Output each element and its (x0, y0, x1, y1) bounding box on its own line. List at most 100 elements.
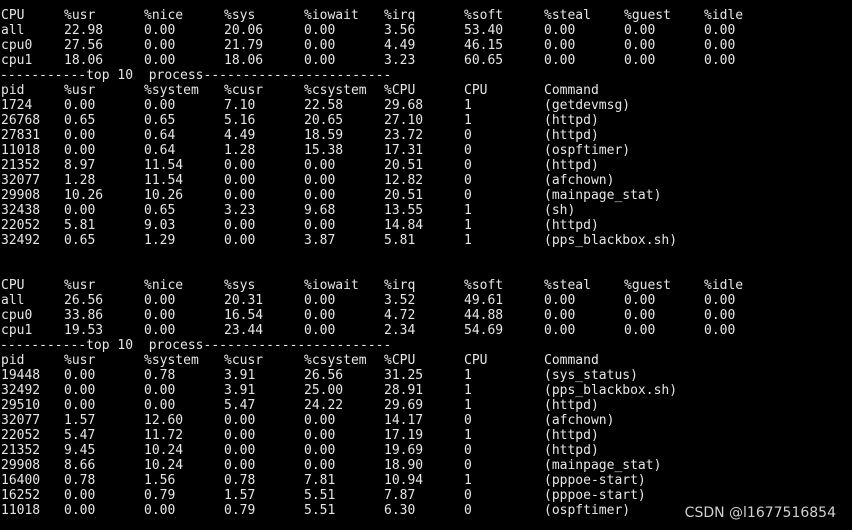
cpu-row-cell: 0.00 (304, 323, 336, 338)
cpu-header-row-cell: %soft (464, 8, 504, 23)
cpu-header-row-cell: %idle (704, 8, 744, 23)
process-row-cell: 7.87 (384, 488, 416, 503)
process-row: 22052 5.81 9.03 0.00 0.00 14.84 1 (httpd) (0, 218, 852, 233)
process-row-cell: (pps_blackbox.sh) (544, 233, 678, 248)
process-row-cell: 14.17 (384, 413, 424, 428)
cpu-row-cell: 0.00 (544, 293, 576, 308)
cpu-row-cell: 0.00 (304, 308, 336, 323)
process-row-cell: 9.68 (304, 203, 336, 218)
process-row-cell: 11018 (1, 503, 41, 518)
process-row-cell: (pppoe-start) (544, 473, 646, 488)
process-row-cell: 0.00 (64, 128, 96, 143)
process-row-cell: 0.00 (64, 503, 96, 518)
process-row-cell: 0.65 (144, 203, 176, 218)
process-row-cell: 27.10 (384, 113, 424, 128)
cpu-row-cell: cpu0 (1, 308, 33, 323)
cpu-row-cell: 0.00 (704, 323, 736, 338)
process-row-cell: 1 (464, 473, 472, 488)
process-row-cell: (httpd) (544, 398, 599, 413)
cpu-row: cpu1 18.06 0.00 18.06 0.00 3.23 60.65 0.00 0.00 0… (0, 53, 852, 68)
cpu-header-row-cell: %usr (64, 278, 96, 293)
process-header-row-cell: %csystem (304, 83, 367, 98)
cpu-row-cell: 3.23 (384, 53, 416, 68)
process-row-cell: 27831 (1, 128, 41, 143)
process-row-cell: (mainpage_stat) (544, 458, 662, 473)
cpu-row-cell: 4.72 (384, 308, 416, 323)
process-row-cell: 29.68 (384, 98, 424, 113)
process-header-row: pid %usr %system %cusr %csystem %CPU CPU Comman… (0, 353, 852, 368)
cpu-header-row-cell: %sys (224, 278, 256, 293)
process-row-cell: 11.54 (144, 158, 184, 173)
cpu-row-cell: 16.54 (224, 308, 264, 323)
process-row-cell: 5.47 (64, 428, 96, 443)
process-row-cell: 0.00 (64, 203, 96, 218)
process-row-cell: (sh) (544, 203, 576, 218)
cpu-header-row-cell: %irq (384, 8, 416, 23)
process-row-cell: 19.69 (384, 443, 424, 458)
process-row-cell: 5.81 (64, 218, 96, 233)
process-row-cell: 26.56 (304, 368, 344, 383)
process-row-cell: (httpd) (544, 113, 599, 128)
cpu-row-cell: 22.98 (64, 23, 104, 38)
process-row-cell: (afchown) (544, 413, 615, 428)
cpu-header-row-cell: CPU (1, 278, 25, 293)
process-row-cell: (httpd) (544, 218, 599, 233)
process-row-cell: 0.64 (144, 143, 176, 158)
process-row-cell: 1724 (1, 98, 33, 113)
process-header-row: pid %usr %system %cusr %csystem %CPU CPU Comman… (0, 83, 852, 98)
process-row-cell: 3.91 (224, 368, 256, 383)
cpu-header-row-cell: %usr (64, 8, 96, 23)
process-row-cell: 18.59 (304, 128, 344, 143)
cpu-row-cell: 0.00 (624, 323, 656, 338)
cpu-header-row-cell: %steal (544, 278, 591, 293)
process-row-cell: 0.00 (224, 458, 256, 473)
process-header-row-cell: Command (544, 353, 599, 368)
process-row-cell: 0.00 (304, 158, 336, 173)
cpu-row-cell: 18.06 (64, 53, 104, 68)
process-row-cell: 0.78 (224, 473, 256, 488)
process-row: 27831 0.00 0.64 4.49 18.59 23.72 0 (httpd) (0, 128, 852, 143)
process-row-cell: (pppoe-start) (544, 488, 646, 503)
process-row-cell: (httpd) (544, 428, 599, 443)
process-row-cell: (httpd) (544, 128, 599, 143)
cpu-row-cell: 23.44 (224, 323, 264, 338)
process-row-cell: 17.31 (384, 143, 424, 158)
process-row-cell: 1.28 (224, 143, 256, 158)
process-row-cell: (getdevmsg) (544, 98, 631, 113)
process-row-cell: 12.60 (144, 413, 184, 428)
process-row-cell: 1 (464, 398, 472, 413)
process-row-cell: 22.58 (304, 98, 344, 113)
cpu-row-cell: 21.79 (224, 38, 264, 53)
process-row-cell: 11.72 (144, 428, 184, 443)
process-row: 32438 0.00 0.65 3.23 9.68 13.55 1 (sh) (0, 203, 852, 218)
process-row-cell: 0.00 (304, 443, 336, 458)
process-row-cell: 0.00 (224, 413, 256, 428)
cpu-header-row-cell: %idle (704, 278, 744, 293)
process-row: 22052 5.47 11.72 0.00 0.00 17.19 1 (httpd) (0, 428, 852, 443)
cpu-row-cell: 18.06 (224, 53, 264, 68)
cpu-row-cell: 0.00 (304, 293, 336, 308)
process-row-cell: 28.91 (384, 383, 424, 398)
process-row-cell: 15.38 (304, 143, 344, 158)
process-row-cell: 11018 (1, 143, 41, 158)
process-row-cell: 0.78 (144, 368, 176, 383)
process-header-row-cell: %cusr (224, 353, 264, 368)
process-row-cell: 26768 (1, 113, 41, 128)
process-row-cell: 0.00 (64, 368, 96, 383)
cpu-row-cell: 0.00 (544, 53, 576, 68)
process-row-cell: 0 (464, 488, 472, 503)
process-row-cell: 0.00 (304, 188, 336, 203)
process-row-cell: (ospftimer) (544, 143, 631, 158)
process-row-cell: 10.24 (144, 458, 184, 473)
process-row-cell: 8.97 (64, 158, 96, 173)
process-row-cell: 3.23 (224, 203, 256, 218)
cpu-header-row-cell: %sys (224, 8, 256, 23)
cpu-row-cell: 0.00 (624, 308, 656, 323)
cpu-header-row: CPU %usr %nice %sys %iowait %irq %soft %steal %g… (0, 278, 852, 293)
process-row-cell: 1.29 (144, 233, 176, 248)
process-row-cell: 5.16 (224, 113, 256, 128)
process-row-cell: (httpd) (544, 443, 599, 458)
process-row: 32492 0.65 1.29 0.00 3.87 5.81 1 (pps_blackbox.… (0, 233, 852, 248)
process-header-row-cell: %cusr (224, 83, 264, 98)
process-row-cell: 32492 (1, 233, 41, 248)
